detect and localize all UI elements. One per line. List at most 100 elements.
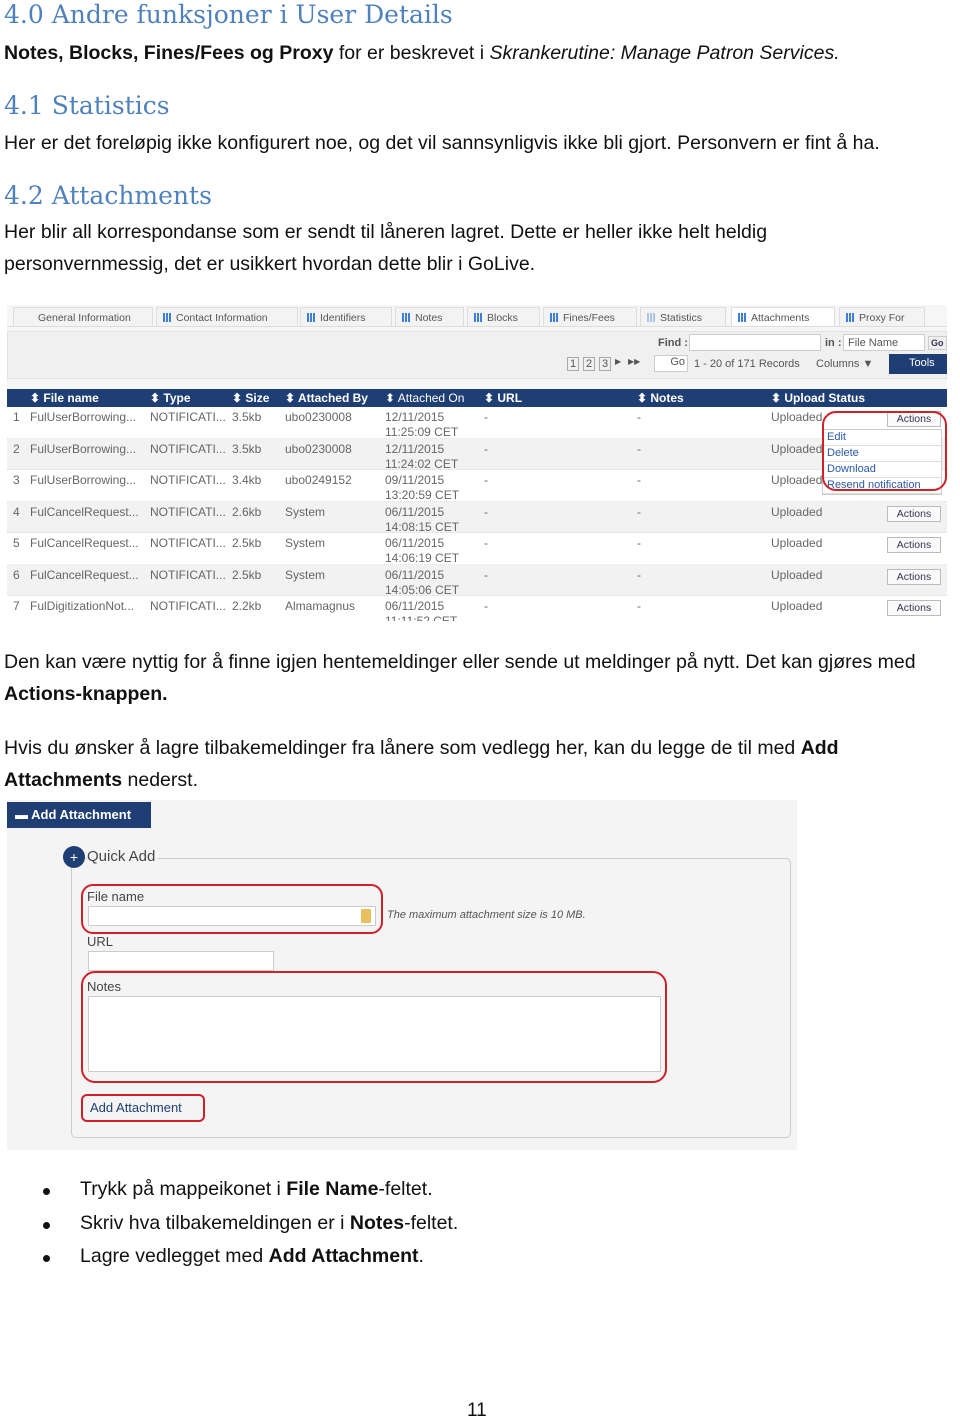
table-row[interactable]: 2 FulUserBorrowing... NOTIFICATI... 3.5kb ub…	[7, 438, 947, 472]
find-input[interactable]	[689, 334, 821, 351]
find-go-button[interactable]: Go	[928, 336, 947, 350]
tab-attachments[interactable]: Attachments	[731, 307, 835, 327]
actions-button[interactable]: Actions	[887, 505, 941, 522]
heading-4-1: 4.1 Statistics	[4, 91, 170, 120]
cell-time: 11:11:52 CET	[385, 614, 458, 621]
cell-n: 1	[13, 410, 20, 424]
header-label: Size	[245, 391, 270, 405]
cell-file: FulUserBorrowing...	[30, 473, 137, 487]
text: Hvis du ønsker å lagre tilbakemeldinger …	[4, 737, 801, 759]
text: -feltet.	[404, 1212, 459, 1234]
cell-by: ubo0230008	[285, 410, 352, 424]
highlight-box	[81, 884, 383, 934]
column-header-notes[interactable]: ⬍ Notes	[637, 391, 684, 405]
tab-label: General Information	[38, 312, 131, 324]
tab-label: Attachments	[751, 312, 810, 324]
text: Skriv hva tilbakemeldingen er i	[80, 1212, 350, 1234]
attachments-screenshot: General Information Contact Information …	[7, 305, 947, 621]
page-1-button[interactable]: 1	[567, 357, 580, 371]
cell-status: Uploaded	[771, 599, 823, 613]
cell-date: 06/11/2015 14:06:19 CET	[385, 536, 459, 566]
cell-n: 4	[13, 504, 20, 519]
cell-url: -	[484, 599, 488, 613]
bold-text: Notes, Blocks, Fines/Fees og Proxy	[4, 42, 334, 64]
column-header-url[interactable]: ⬍ URL	[484, 391, 522, 405]
tab-contact-information[interactable]: Contact Information	[156, 307, 298, 327]
page-2-button[interactable]: 2	[583, 357, 596, 371]
cell-file: FulCancelRequest...	[30, 567, 139, 582]
text: Trykk på mappeikonet i	[80, 1178, 287, 1200]
cell-file: FulUserBorrowing...	[30, 410, 137, 424]
cell-file: FulCancelRequest...	[30, 504, 139, 519]
last-page-icon[interactable]: ▶▶	[628, 357, 640, 366]
cell-type: NOTIFICATI...	[150, 504, 226, 519]
cell-file: FulCancelRequest...	[30, 536, 139, 550]
page-3-button[interactable]: 3	[599, 357, 612, 371]
column-header-attached-by[interactable]: ⬍ Attached By	[285, 391, 368, 405]
heading-4-2: 4.2 Attachments	[4, 181, 212, 210]
actions-button[interactable]: Actions	[887, 537, 941, 553]
cell-date: 12/11/2015 11:24:02 CET	[385, 442, 458, 472]
url-input[interactable]	[88, 951, 274, 971]
next-page-icon[interactable]: ▶	[615, 357, 621, 366]
cell-status: Uploaded	[771, 410, 823, 424]
grid-icon	[846, 313, 855, 322]
tab-label: Contact Information	[176, 312, 268, 324]
table-row[interactable]: 5 FulCancelRequest... NOTIFICATI... 2.5kb Sy…	[7, 533, 947, 565]
columns-label: Columns	[816, 358, 860, 370]
column-header-size[interactable]: ⬍ Size	[232, 391, 269, 405]
cell-by: ubo0249152	[285, 473, 352, 487]
cell-status: Uploaded	[771, 473, 823, 487]
table-row[interactable]: 7 FulDigitizationNot... NOTIFICATI... 2.2kb…	[7, 596, 947, 621]
cell-size: 3.5kb	[232, 441, 262, 456]
page-go-button[interactable]: Go	[654, 355, 688, 372]
tab-fines-fees[interactable]: Fines/Fees	[543, 307, 637, 327]
page-number: 11	[467, 1400, 487, 1421]
column-header-upload-status[interactable]: ⬍ Upload Status	[771, 391, 865, 405]
cell-by: System	[285, 567, 326, 582]
cell-file: FulDigitizationNot...	[30, 599, 135, 613]
add-attachment-toggle[interactable]: ▬ Add Attachment	[7, 802, 151, 828]
column-header-type[interactable]: ⬍ Type	[150, 391, 191, 405]
header-label: Attached On	[397, 391, 465, 405]
actions-button[interactable]: Actions	[887, 568, 941, 585]
tab-notes[interactable]: Notes	[395, 307, 464, 327]
tools-button[interactable]: Tools	[889, 354, 947, 374]
paragraph-4-2: Her blir all korrespondanse som er sendt…	[4, 221, 768, 275]
grid-toolbar: Find : in : File Name Go 1 2 3 ▶ ▶▶ Go 1…	[7, 331, 947, 379]
actions-button[interactable]: Actions	[887, 600, 941, 616]
column-header-file-name[interactable]: ⬍ File name	[30, 391, 99, 405]
bullet-icon	[43, 1222, 50, 1229]
in-select[interactable]: File Name	[843, 334, 925, 351]
cell-size: 3.4kb	[232, 473, 262, 487]
grid-icon	[647, 313, 656, 322]
cell-size: 3.5kb	[232, 410, 262, 424]
tab-label: Statistics	[660, 312, 703, 324]
tab-blocks[interactable]: Blocks	[467, 307, 540, 327]
column-header-attached-on[interactable]: ⬍ Attached On	[385, 391, 464, 405]
cell-notes: -	[637, 410, 641, 424]
table-row[interactable]: 6 FulCancelRequest... NOTIFICATI... 2.5kb Sy…	[7, 564, 947, 597]
columns-dropdown[interactable]: Columns ▼	[816, 358, 873, 370]
tab-general-information[interactable]: General Information	[13, 307, 153, 327]
paragraph-4-0: Notes, Blocks, Fines/Fees og Proxy for e…	[4, 37, 959, 69]
highlight-box	[822, 411, 947, 491]
cell-date: 06/11/2015 14:08:15 CET	[385, 505, 459, 535]
cell-url: -	[484, 441, 488, 456]
cell-notes: -	[637, 473, 641, 487]
tab-proxy-for[interactable]: Proxy For	[839, 307, 925, 327]
table-row[interactable]: 4 FulCancelRequest... NOTIFICATI... 2.6kb Sy…	[7, 501, 947, 535]
grid-icon	[738, 313, 747, 322]
italic-text: Skrankerutine: Manage Patron Services.	[489, 42, 840, 64]
tab-identifiers[interactable]: Identifiers	[300, 307, 392, 327]
tab-statistics[interactable]: Statistics	[640, 307, 726, 327]
header-label: Type	[163, 391, 191, 405]
heading-4-0: 4.0 Andre funksjoner i User Details	[4, 0, 453, 29]
tab-label: Notes	[415, 312, 443, 324]
in-label: in :	[825, 337, 842, 349]
url-label: URL	[87, 934, 114, 949]
table-row[interactable]: 1 FulUserBorrowing... NOTIFICATI... 3.5kb ub…	[7, 407, 947, 439]
cell-n: 2	[13, 441, 20, 456]
table-row[interactable]: 3 FulUserBorrowing... NOTIFICATI... 3.4kb ub…	[7, 470, 947, 502]
cell-url: -	[484, 473, 488, 487]
